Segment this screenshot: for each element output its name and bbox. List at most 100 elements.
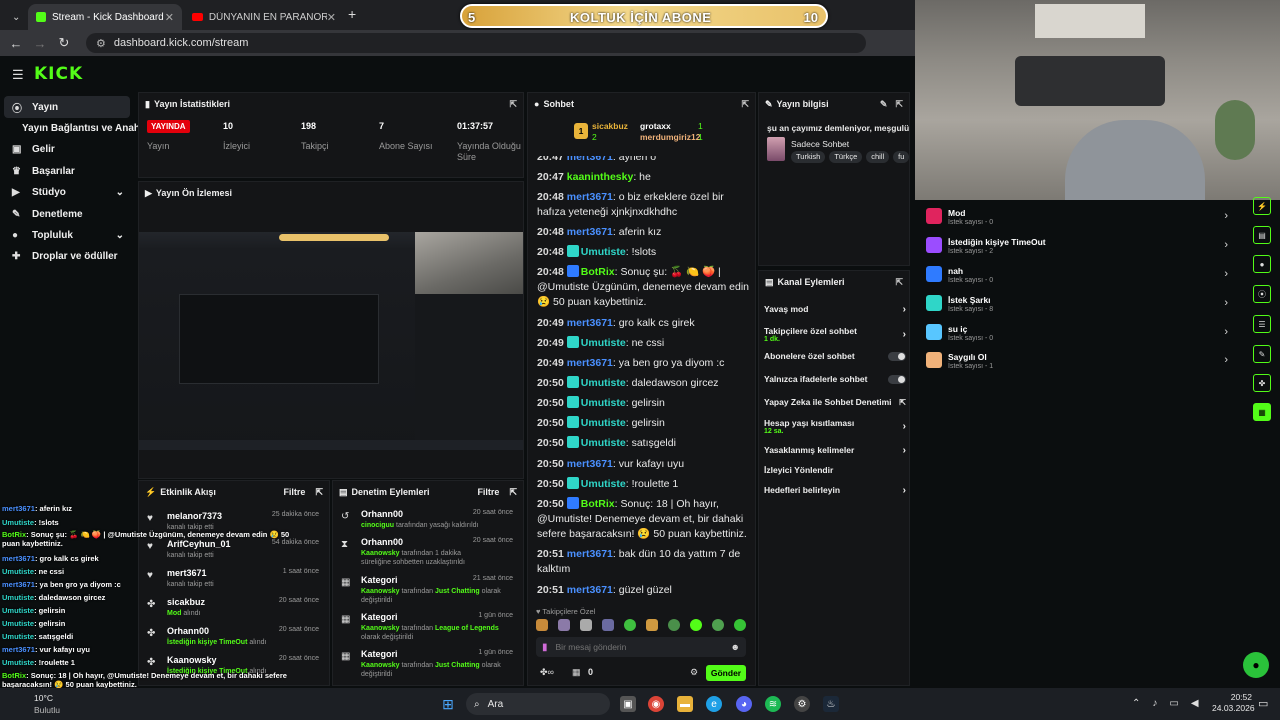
taskbar-search[interactable]: ⌕ Ara bbox=[466, 693, 610, 715]
microphone-icon[interactable]: ▮ bbox=[542, 642, 548, 653]
forward-icon[interactable]: → bbox=[28, 36, 52, 51]
app-icon[interactable]: ⚙ bbox=[794, 696, 810, 712]
clock[interactable]: 20:52 24.03.2026 bbox=[1212, 692, 1255, 714]
banned-words-item[interactable]: Yasaklanmış kelimeler › bbox=[764, 440, 910, 460]
discord-icon[interactable]: ◕ bbox=[736, 696, 752, 712]
back-icon[interactable]: ← bbox=[4, 36, 28, 51]
channel-points-icon[interactable]: ✤∞ bbox=[540, 667, 554, 678]
windows-start-icon[interactable]: ⊞ bbox=[440, 696, 456, 712]
emote-icon[interactable] bbox=[624, 619, 636, 631]
microphone-icon[interactable]: ♪ bbox=[1152, 698, 1157, 712]
chat-username[interactable]: mert3671 bbox=[567, 191, 613, 203]
popout-icon[interactable]: ⇱ bbox=[509, 99, 517, 110]
moderation-target[interactable]: Kategori bbox=[361, 575, 398, 585]
tab-youtube-video[interactable]: DÜNYANIN EN PARANORMAL ✕ bbox=[184, 4, 344, 30]
gear-icon[interactable]: ⚙ bbox=[690, 667, 698, 678]
reward-item[interactable]: nah İstek sayısı - 0 › bbox=[926, 264, 1232, 290]
close-icon[interactable]: ✕ bbox=[327, 11, 336, 24]
tag[interactable]: Türkçe bbox=[829, 151, 863, 163]
chat-username[interactable]: Umutiste bbox=[581, 478, 626, 490]
chat-username[interactable]: Umutiste bbox=[581, 337, 626, 349]
reward-item[interactable]: su iç İstek sayısı - 0 › bbox=[926, 322, 1232, 348]
emote-icon[interactable] bbox=[668, 619, 680, 631]
followers-only-item[interactable]: Takipçilere özel sohbet 1 dk. › bbox=[764, 323, 910, 345]
folder-icon[interactable]: ▬ bbox=[677, 696, 693, 712]
new-tab-button[interactable]: + bbox=[348, 6, 356, 22]
filter-button[interactable]: Filtre bbox=[477, 487, 499, 497]
moderation-target[interactable]: Orhann00 bbox=[361, 537, 403, 547]
list-icon[interactable]: ☰ bbox=[1253, 315, 1271, 333]
gift-icon[interactable]: ▦ bbox=[572, 667, 581, 678]
reward-item[interactable]: İstek Şarkı İstek sayısı - 8 › bbox=[926, 293, 1232, 319]
emoji-icon[interactable]: ☻ bbox=[731, 642, 740, 652]
chat-username[interactable]: BotRix bbox=[581, 266, 615, 278]
sidebar-item-revenue[interactable]: ▣ Gelir bbox=[4, 138, 130, 160]
chat-username[interactable]: kaaninthesky bbox=[567, 171, 634, 183]
emote-icon[interactable] bbox=[734, 619, 746, 631]
emote-icon[interactable] bbox=[712, 619, 724, 631]
popout-icon[interactable]: ⇱ bbox=[509, 487, 517, 498]
chat-username[interactable]: mert3671 bbox=[567, 548, 613, 560]
emote-icon[interactable] bbox=[558, 619, 570, 631]
chat-username[interactable]: Umutiste bbox=[581, 397, 626, 409]
toggle-switch[interactable] bbox=[888, 351, 906, 361]
ai-moderation-item[interactable]: Yapay Zeka ile Sohbet Denetimi ⇱ bbox=[764, 392, 910, 412]
chat-username[interactable]: Umutiste bbox=[581, 377, 626, 389]
top-user-first[interactable]: sicakbuz bbox=[592, 121, 628, 131]
task-view-icon[interactable]: ▣ bbox=[620, 696, 636, 712]
moderation-target[interactable]: Kategori bbox=[361, 649, 398, 659]
support-chat-button[interactable]: ● bbox=[1243, 652, 1269, 678]
chat-input[interactable]: ▮ ☻ bbox=[536, 637, 746, 657]
emote-icon[interactable] bbox=[536, 619, 548, 631]
chat-username[interactable]: Umutiste bbox=[581, 417, 626, 429]
reward-item[interactable]: Saygılı Ol İstek sayısı - 1 › bbox=[926, 350, 1232, 376]
network-icon[interactable]: ▭ bbox=[1169, 698, 1178, 712]
reward-item[interactable]: İstediğin kişiye TimeOut İstek sayısı - 2… bbox=[926, 235, 1232, 261]
set-goals-item[interactable]: Hedefleri belirleyin › bbox=[764, 480, 910, 500]
chat-username[interactable]: mert3671 bbox=[567, 317, 613, 329]
top-user-third[interactable]: merdumgiriz12 bbox=[640, 132, 700, 142]
emote-icon[interactable] bbox=[580, 619, 592, 631]
chat-message-field[interactable] bbox=[555, 642, 706, 652]
broadcast-icon[interactable]: ⦿ bbox=[1253, 285, 1271, 303]
edge-icon[interactable]: e bbox=[706, 696, 722, 712]
lightning-icon[interactable]: ⚡ bbox=[1253, 197, 1271, 215]
toggle-switch[interactable] bbox=[888, 374, 906, 384]
chat-username[interactable]: mert3671 bbox=[567, 357, 613, 369]
slow-mode-item[interactable]: Yavaş mod › bbox=[764, 299, 910, 319]
url-field[interactable]: ⚙ dashboard.kick.com/stream bbox=[86, 33, 866, 53]
chat-username[interactable]: mert3671 bbox=[567, 584, 613, 596]
weather-widget[interactable]: 10°C Bulutlu bbox=[8, 693, 128, 717]
raid-item[interactable]: İzleyici Yönlendir bbox=[764, 460, 910, 480]
gift-icon[interactable]: ▦ bbox=[1253, 403, 1271, 421]
send-button[interactable]: Gönder bbox=[706, 665, 746, 681]
subscribers-only-item[interactable]: Abonelere özel sohbet bbox=[764, 346, 910, 366]
menu-icon[interactable]: ☰ bbox=[12, 67, 24, 83]
emote-icon[interactable] bbox=[602, 619, 614, 631]
top-user-second[interactable]: grotaxx bbox=[640, 121, 671, 131]
popout-icon[interactable]: ⇱ bbox=[741, 99, 749, 110]
chat-username[interactable]: Umutiste bbox=[581, 437, 626, 449]
sidebar-item-achievements[interactable]: ♛ Başarılar bbox=[4, 160, 130, 182]
sidebar-item-community[interactable]: ● Topluluk ⌄ bbox=[4, 224, 130, 246]
moderation-target[interactable]: Kategori bbox=[361, 612, 398, 622]
tag[interactable]: chill bbox=[866, 151, 890, 163]
tag[interactable]: Turkish bbox=[791, 151, 826, 163]
steam-icon[interactable]: ♨ bbox=[823, 696, 839, 712]
emote-icon[interactable] bbox=[690, 619, 702, 631]
sidebar-item-drops[interactable]: ✚ Droplar ve ödüller bbox=[4, 245, 130, 267]
emote-icon[interactable] bbox=[646, 619, 658, 631]
sidebar-item-stream-key[interactable]: Yayın Bağlantısı ve Anahtarı bbox=[4, 117, 156, 139]
kick-logo[interactable]: KICK bbox=[34, 64, 83, 84]
chat-bubble-icon[interactable]: ● bbox=[1253, 255, 1271, 273]
popout-icon[interactable]: ⇱ bbox=[315, 487, 323, 498]
filter-button[interactable]: Filtre bbox=[283, 487, 305, 497]
reload-icon[interactable]: ↻ bbox=[52, 35, 76, 51]
site-info-icon[interactable]: ⚙ bbox=[96, 37, 106, 50]
preview-video[interactable] bbox=[139, 232, 523, 450]
chat-username[interactable]: mert3671 bbox=[567, 458, 613, 470]
community-icon[interactable]: ✤ bbox=[1253, 374, 1271, 392]
tag[interactable]: fu bbox=[893, 151, 909, 163]
sidebar-item-studio[interactable]: ▶ Stüdyo ⌄ bbox=[4, 181, 130, 203]
popout-icon[interactable]: ⇱ bbox=[895, 99, 903, 110]
